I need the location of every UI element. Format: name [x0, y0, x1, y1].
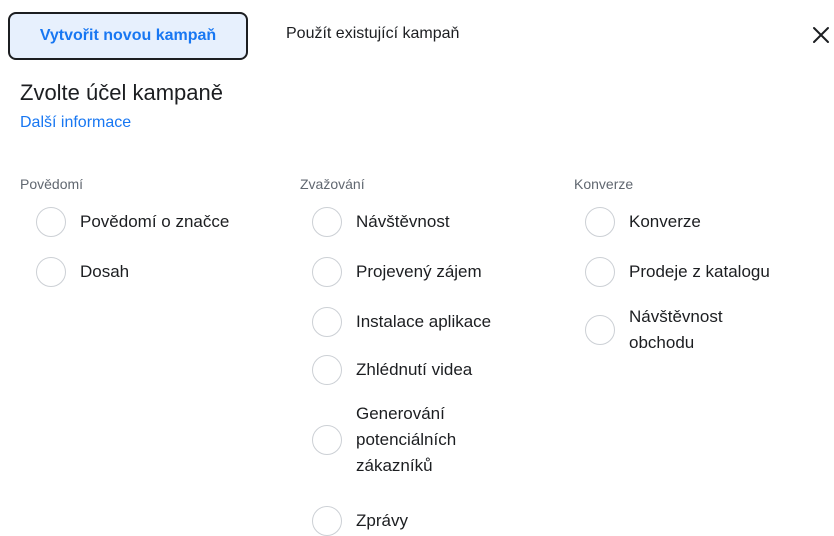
option-engagement[interactable]: Projevený zájem: [312, 257, 482, 287]
radio-button[interactable]: [36, 207, 66, 237]
radio-button[interactable]: [36, 257, 66, 287]
option-label: Povědomí o značce: [80, 212, 230, 231]
radio-button[interactable]: [585, 257, 615, 287]
learn-more-link[interactable]: Další informace: [20, 114, 131, 132]
column-conversion: Konverze: [574, 176, 633, 194]
option-label: Konverze: [629, 212, 701, 231]
option-brand-awareness[interactable]: Povědomí o značce: [36, 207, 229, 237]
radio-button[interactable]: [312, 425, 342, 455]
radio-button[interactable]: [312, 506, 342, 536]
option-traffic[interactable]: Návštěvnost: [312, 207, 450, 237]
radio-button[interactable]: [312, 207, 342, 237]
option-reach[interactable]: Dosah: [36, 257, 129, 287]
option-conversions[interactable]: Konverze: [585, 207, 701, 237]
option-label: Zprávy: [356, 511, 408, 530]
option-lead-generation[interactable]: Generování potenciálních zákazníků: [312, 401, 496, 479]
tab-create-campaign[interactable]: Vytvořit novou kampaň: [8, 12, 248, 60]
option-label: Prodeje z katalogu: [629, 262, 770, 281]
column-consideration: Zvažování: [300, 176, 365, 194]
option-label: Zhlédnutí videa: [356, 360, 473, 379]
radio-button[interactable]: [585, 315, 615, 345]
option-label: Projevený zájem: [356, 262, 482, 281]
column-heading: Konverze: [574, 176, 634, 192]
option-label: Návštěvnost: [356, 212, 450, 231]
option-label: Dosah: [80, 262, 130, 281]
option-label: Instalace aplikace: [356, 312, 492, 331]
column-heading: Zvažování: [300, 176, 365, 192]
option-label: Návštěvnost obchodu: [629, 307, 723, 352]
close-icon[interactable]: [812, 26, 830, 44]
option-label: Generování potenciálních zákazníků: [356, 404, 457, 475]
column-heading: Povědomí: [20, 176, 84, 192]
option-store-traffic[interactable]: Návštěvnost obchodu: [585, 304, 759, 356]
page-title: Zvolte účel kampaně: [20, 80, 223, 105]
radio-button[interactable]: [312, 307, 342, 337]
radio-button[interactable]: [585, 207, 615, 237]
radio-button[interactable]: [312, 355, 342, 385]
option-app-install[interactable]: Instalace aplikace: [312, 307, 491, 337]
option-messages[interactable]: Zprávy: [312, 506, 408, 536]
tab-use-existing-campaign[interactable]: Použít existující kampaň: [286, 25, 459, 43]
column-awareness: Povědomí: [20, 176, 83, 194]
radio-button[interactable]: [312, 257, 342, 287]
option-video-views[interactable]: Zhlédnutí videa: [312, 355, 472, 385]
option-catalog-sales[interactable]: Prodeje z katalogu: [585, 257, 770, 287]
